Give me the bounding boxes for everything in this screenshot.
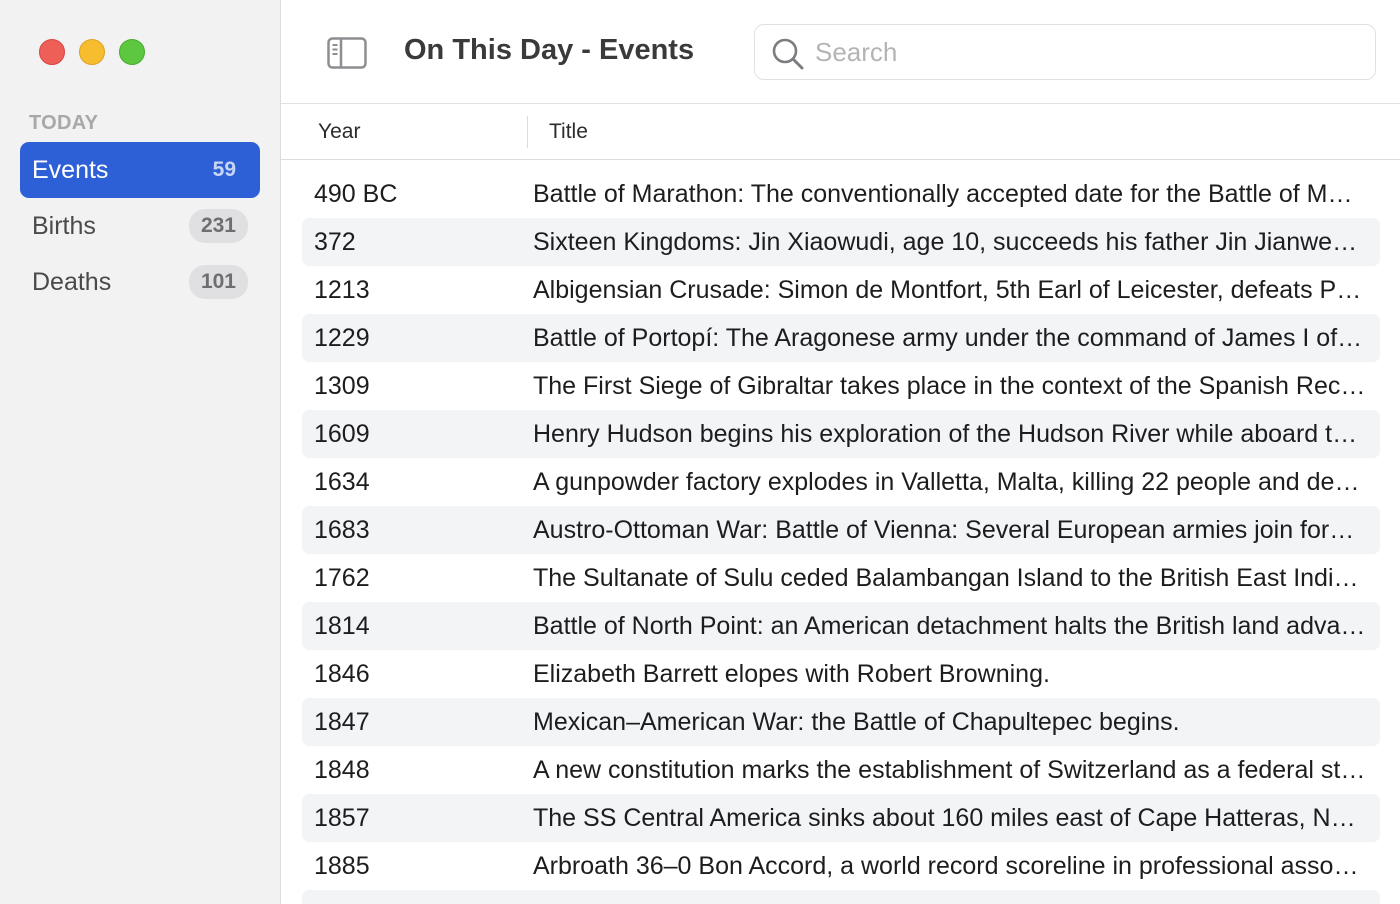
year-cell: 1846 (314, 659, 370, 688)
sidebar-nav: Events 59 Births 231 Deaths 101 (20, 142, 260, 310)
title-cell: Henry Hudson begins his exploration of t… (533, 419, 1380, 448)
sidebar-item-events[interactable]: Events 59 (20, 142, 260, 198)
year-cell: 1229 (314, 323, 370, 352)
year-cell: 1309 (314, 371, 370, 400)
close-button[interactable] (39, 39, 65, 65)
table-row[interactable]: 1847 Mexican–American War: the Battle of … (302, 698, 1380, 746)
year-cell: 1848 (314, 755, 370, 784)
year-cell: 1885 (314, 851, 370, 880)
title-cell: The First Siege of Gibraltar takes place… (533, 371, 1380, 400)
table-row[interactable]: 1229 Battle of Portopí: The Aragonese arm… (302, 314, 1380, 362)
title-cell: The Sultanate of Sulu ceded Balambangan … (533, 563, 1380, 592)
toolbar: On This Day - Events (281, 0, 1400, 104)
sidebar-item-label: Deaths (32, 267, 112, 296)
title-cell: Arbroath 36–0 Bon Accord, a world record… (533, 851, 1380, 880)
search-icon (772, 38, 804, 70)
year-cell: 1634 (314, 467, 370, 496)
year-cell: 1683 (314, 515, 370, 544)
title-cell: Sixteen Kingdoms: Jin Xiaowudi, age 10, … (533, 227, 1380, 256)
table-row[interactable]: 1885 Arbroath 36–0 Bon Accord, a world re… (302, 842, 1380, 890)
table-row[interactable]: 1609 Henry Hudson begins his exploration … (302, 410, 1380, 458)
sidebar: TODAY Events 59 Births 231 Deaths 101 (0, 0, 281, 904)
year-cell: 1213 (314, 275, 370, 304)
title-cell: A new constitution marks the establishme… (533, 755, 1380, 784)
count-badge: 59 (212, 158, 236, 181)
year-cell: 1762 (314, 563, 370, 592)
year-cell: 372 (314, 227, 356, 256)
table-row[interactable]: 490 BC Battle of Marathon: The convention… (302, 170, 1380, 218)
sidebar-item-label: Births (32, 211, 96, 240)
sidebar-item-label: Events (32, 155, 109, 184)
table-row[interactable]: 1213 Albigensian Crusade: Simon de Montfo… (302, 266, 1380, 314)
title-cell: Albigensian Crusade: Simon de Montfort, … (533, 275, 1380, 304)
sidebar-item-births[interactable]: Births 231 (20, 198, 260, 254)
year-cell: 1814 (314, 611, 370, 640)
title-cell: Battle of Portopí: The Aragonese army un… (533, 323, 1380, 352)
app-window: TODAY Events 59 Births 231 Deaths 101 On… (0, 0, 1400, 904)
search-field[interactable] (754, 24, 1376, 80)
table-row[interactable]: 1762 The Sultanate of Sulu ceded Balamban… (302, 554, 1380, 602)
column-divider[interactable] (527, 116, 528, 148)
title-cell: A gunpowder factory explodes in Valletta… (533, 467, 1380, 496)
title-cell: Elizabeth Barrett elopes with Robert Bro… (533, 659, 1050, 688)
window-title: On This Day - Events (404, 34, 695, 66)
window-controls (39, 39, 145, 65)
year-cell: 490 BC (314, 179, 398, 208)
table-row[interactable]: 1683 Austro-Ottoman War: Battle of Vienna… (302, 506, 1380, 554)
table-header: Year Title (281, 104, 1400, 160)
minimize-button[interactable] (79, 39, 105, 65)
sidebar-toggle-button[interactable] (327, 37, 367, 69)
title-cell: Mexican–American War: the Battle of Chap… (533, 707, 1180, 736)
sidebar-item-deaths[interactable]: Deaths 101 (20, 254, 260, 310)
events-table: 490 BC Battle of Marathon: The convention… (302, 170, 1380, 904)
table-row[interactable]: 1309 The First Siege of Gibraltar takes p… (302, 362, 1380, 410)
title-cell: Austro-Ottoman War: Battle of Vienna: Se… (533, 515, 1380, 544)
table-row[interactable]: 372 Sixteen Kingdoms: Jin Xiaowudi, age 1… (302, 218, 1380, 266)
table-row[interactable]: 1634 A gunpowder factory explodes in Vall… (302, 458, 1380, 506)
search-input[interactable] (815, 25, 1355, 79)
column-header-year[interactable]: Year (318, 120, 360, 144)
title-cell: The SS Central America sinks about 160 m… (533, 803, 1380, 832)
table-row[interactable]: 1814 Battle of North Point: an American d… (302, 602, 1380, 650)
year-cell: 1857 (314, 803, 370, 832)
count-badge: 101 (188, 265, 248, 299)
title-cell: Battle of North Point: an American detac… (533, 611, 1380, 640)
sidebar-section-label: TODAY (29, 112, 99, 134)
table-row[interactable]: 1848 A new constitution marks the establi… (302, 746, 1380, 794)
table-row[interactable] (302, 890, 1380, 904)
column-header-title[interactable]: Title (549, 120, 588, 144)
main-content: On This Day - Events Year Title 490 BC Ba… (281, 0, 1400, 904)
table-row[interactable]: 1846 Elizabeth Barrett elopes with Robert… (302, 650, 1380, 698)
year-cell: 1609 (314, 419, 370, 448)
maximize-button[interactable] (119, 39, 145, 65)
table-row[interactable]: 1857 The SS Central America sinks about 1… (302, 794, 1380, 842)
count-badge: 231 (188, 209, 248, 243)
sidebar-toggle-icon (327, 37, 367, 69)
year-cell: 1847 (314, 707, 370, 736)
title-cell: Battle of Marathon: The conventionally a… (533, 179, 1380, 208)
